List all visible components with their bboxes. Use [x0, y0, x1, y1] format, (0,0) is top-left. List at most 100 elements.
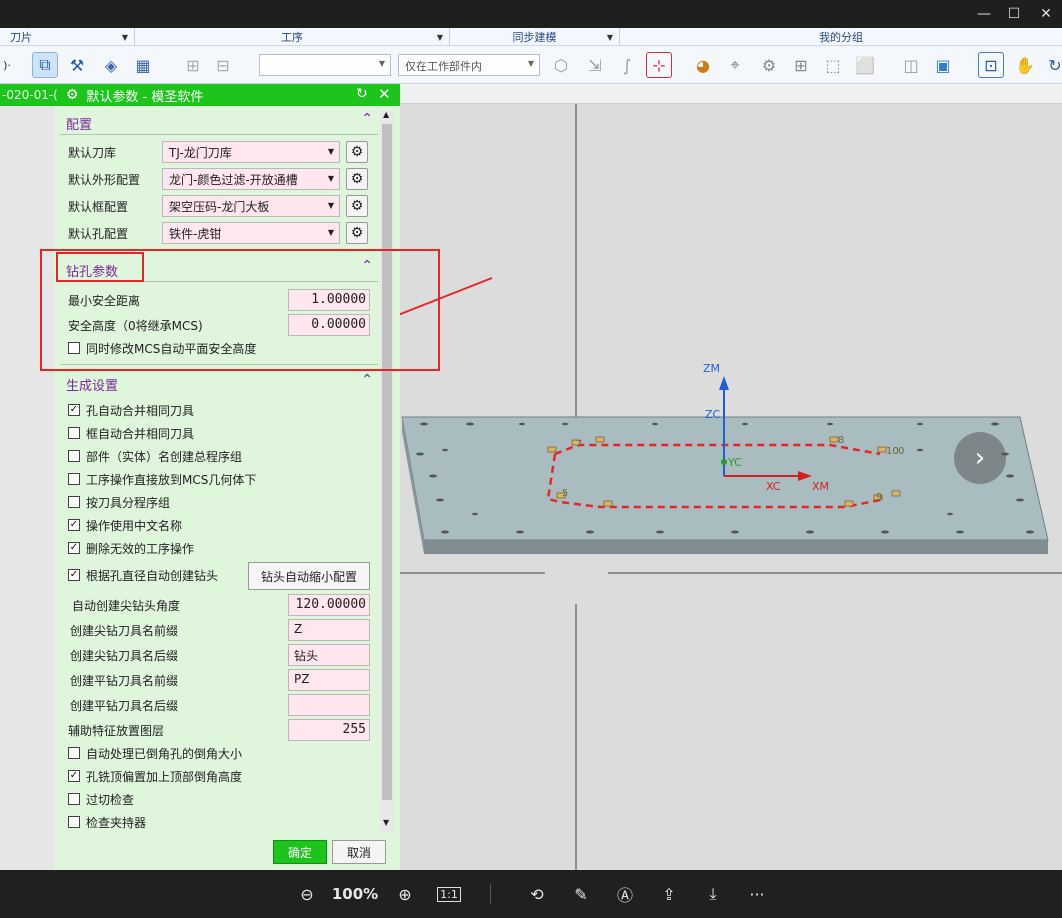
checkbox-box[interactable] [68, 747, 80, 759]
dialog-scrollbar[interactable]: ▲ ▼ [380, 110, 394, 832]
checkbox-box[interactable] [68, 816, 80, 828]
filter-combo[interactable]: ▼ [259, 54, 391, 76]
checkbox-box[interactable]: ✓ [68, 770, 80, 782]
checkbox-box[interactable]: ✓ [68, 519, 80, 531]
scroll-thumb[interactable] [382, 124, 392, 800]
zoom-fit-icon[interactable]: ⊡ [978, 52, 1004, 78]
next-image-button[interactable]: › [954, 432, 1006, 484]
reset-icon[interactable]: ↻ [356, 86, 368, 102]
gen-check-0[interactable]: ✓ 孔自动合并相同刀具 [68, 401, 194, 419]
wireframe-icon[interactable]: ⬚ [820, 52, 846, 78]
program-view-icon[interactable]: ⧉ [32, 52, 58, 78]
selection-filter-icon[interactable]: ⊹ [646, 52, 672, 78]
gen-section-header[interactable]: 生成设置 ⌃ [54, 372, 379, 394]
tip-drill-prefix-input[interactable]: Z [288, 619, 370, 641]
checkbox-box[interactable]: ✓ [68, 569, 80, 581]
dialog-close-icon[interactable]: ✕ [378, 85, 391, 103]
move-face-icon[interactable]: ⇲ [582, 52, 608, 78]
gen2-check-1[interactable]: ✓ 孔铣顶偏置加上顶部倒角高度 [68, 767, 242, 785]
bar-divider [490, 884, 491, 904]
select-value: 龙门-颜色过滤-开放通槽 [169, 173, 298, 187]
ok-button[interactable]: 确定 [273, 840, 327, 864]
gen-check-7[interactable]: ✓ 根据孔直径自动创建钻头 [68, 566, 218, 584]
snap-point-icon[interactable]: ⌖ [722, 52, 748, 78]
scope-combo[interactable]: 仅在工作部件内 ▼ [398, 54, 540, 76]
download-icon[interactable]: ⤓ [700, 882, 726, 906]
flat-drill-prefix-input[interactable]: PZ [288, 669, 370, 691]
gen2-check-0[interactable]: 自动处理已倒角孔的倒角大小 [68, 744, 242, 762]
method-view-icon[interactable]: ▦ [130, 52, 156, 78]
default-frame-config-select[interactable]: 架空压码-龙门大板 ▼ [162, 195, 340, 217]
button-label: 取消 [346, 845, 371, 860]
scroll-up-icon[interactable]: ▲ [383, 110, 389, 119]
more-options-icon[interactable]: ··· [744, 882, 770, 906]
close-window-button[interactable]: ✕ [1026, 0, 1062, 28]
default-profile-config-select[interactable]: 龙门-颜色过滤-开放通槽 ▼ [162, 168, 340, 190]
tip-drill-suffix-input[interactable]: 钻头 [288, 644, 370, 666]
scroll-down-icon[interactable]: ▼ [383, 818, 389, 827]
box-select-icon[interactable]: ⬜ [852, 52, 878, 78]
gen-check-6[interactable]: ✓ 删除无效的工序操作 [68, 539, 194, 557]
chevron-down-icon: ▼ [327, 201, 334, 210]
document-tab-label[interactable]: -020-01-( [2, 88, 58, 102]
tip-drill-angle-input[interactable]: 120.00000 [288, 594, 370, 616]
gen-check-4[interactable]: 按刀具分程序组 [68, 493, 170, 511]
checkbox-box[interactable]: ✓ [68, 404, 80, 416]
ribbon-group-sync-modeling[interactable]: 同步建模 ▼ [450, 28, 620, 46]
toolbar-overflow-icon[interactable]: )· [0, 52, 14, 78]
checkbox-box[interactable] [68, 450, 80, 462]
color-palette-icon[interactable]: ◕ [690, 52, 716, 78]
cancel-button[interactable]: 取消 [332, 840, 386, 864]
hole-config-settings-button[interactable]: ⚙ [346, 222, 368, 244]
checkbox-label: 孔自动合并相同刀具 [86, 403, 195, 418]
cube-icon[interactable]: ▣ [930, 52, 956, 78]
gen2-check-2[interactable]: 过切检查 [68, 790, 134, 808]
actual-size-button[interactable]: 1:1 [436, 882, 462, 906]
machine-view-icon[interactable]: ⚒ [64, 52, 90, 78]
gen-section-title: 生成设置 [66, 379, 119, 394]
auto-shrink-config-button[interactable]: 钻头自动缩小配置 [248, 562, 370, 590]
default-hole-config-select[interactable]: 铁件-虎钳 ▼ [162, 222, 340, 244]
collapse-icon[interactable]: ⌃ [361, 372, 373, 388]
gen-check-1[interactable]: 框自动合并相同刀具 [68, 424, 194, 442]
shaded-icon[interactable]: ◫ [898, 52, 924, 78]
checkbox-label: 框自动合并相同刀具 [86, 426, 195, 441]
gen2-check-3[interactable]: 检查夹持器 [68, 813, 146, 831]
frame-config-settings-button[interactable]: ⚙ [346, 195, 368, 217]
checkbox-box[interactable] [68, 793, 80, 805]
profile-config-settings-button[interactable]: ⚙ [346, 168, 368, 190]
pan-icon[interactable]: ✋ [1012, 52, 1038, 78]
zoom-level[interactable]: 100% [330, 882, 380, 906]
geometry-view-icon[interactable]: ◈ [98, 52, 124, 78]
checkbox-box[interactable] [68, 496, 80, 508]
zoom-out-icon[interactable]: ⊖ [294, 882, 320, 906]
tool-library-settings-button[interactable]: ⚙ [346, 141, 368, 163]
operation-icon-disabled: ⊞ [186, 55, 200, 75]
gen-check-2[interactable]: 部件（实体）名创建总程序组 [68, 447, 242, 465]
edit-pen-icon[interactable]: ✎ [568, 882, 594, 906]
collapse-icon[interactable]: ⌃ [361, 111, 373, 127]
config-section-header[interactable]: 配置 ⌃ [54, 111, 379, 133]
curve-icon[interactable]: ∫ [614, 52, 640, 78]
share-icon[interactable]: ⇪ [656, 882, 682, 906]
flat-drill-suffix-input[interactable] [288, 694, 370, 716]
zoom-in-icon[interactable]: ⊕ [392, 882, 418, 906]
aux-feature-layer-input[interactable]: 255 [288, 719, 370, 741]
minimize-icon: — [977, 6, 991, 22]
grid-icon[interactable]: ⊞ [788, 52, 814, 78]
checkbox-box[interactable] [68, 473, 80, 485]
ribbon-group-my-group[interactable]: 我的分组 [620, 28, 1062, 46]
ribbon-group-operations[interactable]: 工序 ▼ [135, 28, 450, 46]
ribbon-group-inserts[interactable]: 刀片 ▼ [0, 28, 135, 46]
gen-check-3[interactable]: 工序操作直接放到MCS几何体下 [68, 470, 256, 488]
rotate-icon[interactable]: ↻ [1042, 52, 1062, 78]
checkbox-box[interactable]: ✓ [68, 542, 80, 554]
gen-check-5[interactable]: ✓ 操作使用中文名称 [68, 516, 182, 534]
assembly-icon[interactable]: ⚙ [756, 52, 782, 78]
default-tool-library-select[interactable]: TJ-龙门刀库 ▼ [162, 141, 340, 163]
chevron-down-icon: ▼ [378, 59, 385, 68]
sync-model-icon[interactable]: ⬡ [548, 52, 574, 78]
rotate-image-icon[interactable]: ⟲ [524, 882, 550, 906]
ocr-text-icon[interactable]: Ⓐ [612, 882, 638, 906]
checkbox-box[interactable] [68, 427, 80, 439]
